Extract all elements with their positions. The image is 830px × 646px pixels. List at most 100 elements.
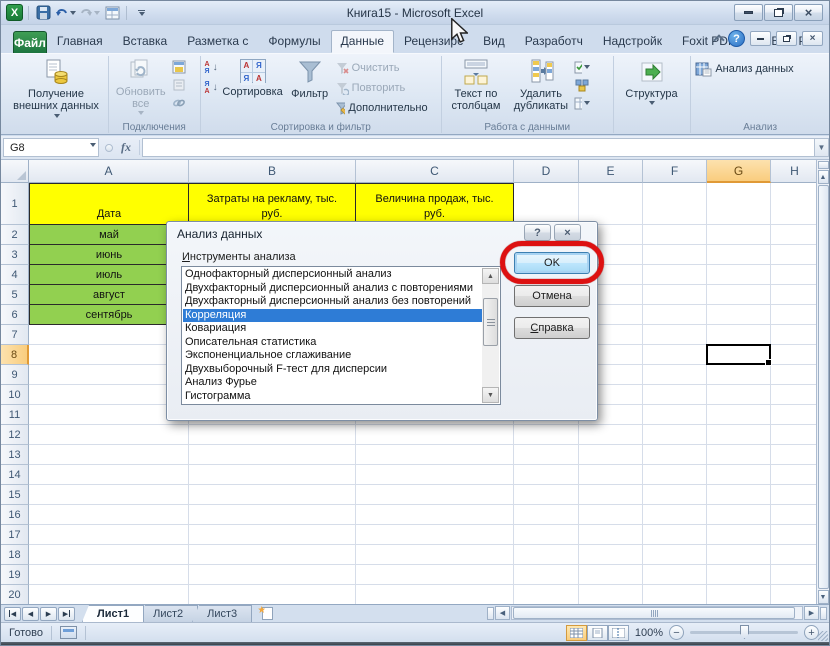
analysis-tool-item[interactable]: Однофакторный дисперсионный анализ	[183, 268, 482, 282]
properties-button[interactable]	[171, 77, 187, 93]
analysis-tool-item[interactable]: Двухфакторный дисперсионный анализ без п…	[183, 295, 482, 309]
listbox-scroll-down[interactable]: ▼	[482, 387, 499, 403]
tab-file[interactable]: Файл	[13, 31, 47, 53]
horizontal-split-handle[interactable]	[487, 607, 494, 620]
cell-A8[interactable]	[29, 345, 189, 365]
cell-A9[interactable]	[29, 365, 189, 385]
data-validation-button[interactable]	[574, 59, 590, 75]
tab-разметка-с[interactable]: Разметка с	[177, 30, 258, 53]
cell-F19[interactable]	[643, 565, 707, 585]
cell-F8[interactable]	[643, 345, 707, 365]
scroll-right-button[interactable]: ▶	[804, 606, 819, 620]
refresh-all-button[interactable]: Обновить все	[111, 57, 171, 119]
cell-H4[interactable]	[771, 265, 819, 285]
workbook-minimize-button[interactable]	[750, 31, 771, 46]
cell-E13[interactable]	[579, 445, 643, 465]
expand-formula-bar-button[interactable]: ▼	[814, 138, 829, 157]
analysis-tool-item[interactable]: Описательная статистика	[183, 336, 482, 350]
cell-H8[interactable]	[771, 345, 819, 365]
row-header-1[interactable]: 1	[1, 183, 29, 225]
row-header-19[interactable]: 19	[1, 565, 29, 585]
cell-E12[interactable]	[579, 425, 643, 445]
outline-button[interactable]: Структура	[616, 57, 688, 119]
active-cell-G8[interactable]	[706, 344, 771, 365]
cell-B19[interactable]	[189, 565, 356, 585]
cell-F7[interactable]	[643, 325, 707, 345]
cell-H18[interactable]	[771, 545, 819, 565]
cell-G14[interactable]	[707, 465, 771, 485]
row-header-9[interactable]: 9	[1, 365, 29, 385]
workbook-close-button[interactable]: ×	[802, 31, 823, 46]
sort-ascending-button[interactable]: АЯ↓	[203, 59, 220, 77]
listbox-scroll-up[interactable]: ▲	[482, 268, 499, 284]
cell-A7[interactable]	[29, 325, 189, 345]
cell-H5[interactable]	[771, 285, 819, 305]
cell-C13[interactable]	[356, 445, 514, 465]
cell-A18[interactable]	[29, 545, 189, 565]
cell-H11[interactable]	[771, 405, 819, 425]
cell-A2[interactable]: май	[29, 225, 189, 245]
cell-F16[interactable]	[643, 505, 707, 525]
insert-sheet-button[interactable]	[258, 606, 284, 621]
vertical-scroll-thumb[interactable]	[818, 185, 829, 589]
cell-G7[interactable]	[707, 325, 771, 345]
cell-G20[interactable]	[707, 585, 771, 604]
cell-H17[interactable]	[771, 525, 819, 545]
listbox-scroll-thumb[interactable]	[483, 298, 498, 346]
row-header-3[interactable]: 3	[1, 245, 29, 265]
name-box[interactable]: G8	[3, 138, 99, 157]
formula-input[interactable]	[142, 138, 814, 157]
restore-button[interactable]	[764, 4, 793, 21]
cell-A10[interactable]	[29, 385, 189, 405]
cell-B18[interactable]	[189, 545, 356, 565]
row-header-15[interactable]: 15	[1, 485, 29, 505]
cell-C17[interactable]	[356, 525, 514, 545]
cell-F12[interactable]	[643, 425, 707, 445]
cell-H16[interactable]	[771, 505, 819, 525]
row-header-5[interactable]: 5	[1, 285, 29, 305]
cell-H9[interactable]	[771, 365, 819, 385]
help-button[interactable]: ?	[728, 30, 745, 47]
cell-F4[interactable]	[643, 265, 707, 285]
column-header-D[interactable]: D	[514, 160, 579, 183]
vertical-split-handle[interactable]	[818, 161, 829, 169]
cell-F3[interactable]	[643, 245, 707, 265]
cell-E19[interactable]	[579, 565, 643, 585]
scroll-left-button[interactable]: ◀	[495, 606, 510, 620]
cell-D12[interactable]	[514, 425, 579, 445]
cell-G3[interactable]	[707, 245, 771, 265]
cell-C15[interactable]	[356, 485, 514, 505]
cell-F18[interactable]	[643, 545, 707, 565]
cancel-button[interactable]: Отмена	[514, 285, 590, 307]
column-header-F[interactable]: F	[643, 160, 707, 183]
dialog-help-button[interactable]: ?	[524, 224, 551, 241]
cell-H13[interactable]	[771, 445, 819, 465]
analysis-tool-item[interactable]: Двухфакторный дисперсионный анализ с пов…	[183, 282, 482, 296]
tab-главная[interactable]: Главная	[47, 30, 113, 53]
cell-F20[interactable]	[643, 585, 707, 604]
row-header-10[interactable]: 10	[1, 385, 29, 405]
cell-F1[interactable]	[643, 183, 707, 225]
cell-A15[interactable]	[29, 485, 189, 505]
text-to-columns-button[interactable]: Текст по столбцам	[444, 57, 508, 119]
cell-F15[interactable]	[643, 485, 707, 505]
cell-H1[interactable]	[771, 183, 819, 225]
cell-H19[interactable]	[771, 565, 819, 585]
cell-E14[interactable]	[579, 465, 643, 485]
cell-E1[interactable]	[579, 183, 643, 225]
cell-B12[interactable]	[189, 425, 356, 445]
cell-C19[interactable]	[356, 565, 514, 585]
row-header-16[interactable]: 16	[1, 505, 29, 525]
cell-A13[interactable]	[29, 445, 189, 465]
cell-E16[interactable]	[579, 505, 643, 525]
cell-F17[interactable]	[643, 525, 707, 545]
analysis-tools-listbox[interactable]: Однофакторный дисперсионный анализДвухфа…	[181, 266, 501, 405]
collapse-ribbon-button[interactable]	[715, 33, 723, 44]
workbook-connections-button[interactable]	[171, 59, 187, 75]
sheet-tab-лист1[interactable]: Лист1	[82, 605, 144, 622]
cell-B16[interactable]	[189, 505, 356, 525]
cell-A1[interactable]: Дата	[29, 183, 189, 225]
clear-filter-button[interactable]: Очистить	[334, 59, 430, 77]
reapply-filter-button[interactable]: Повторить	[334, 79, 430, 97]
get-external-data-button[interactable]: Получение внешних данных	[7, 57, 105, 119]
